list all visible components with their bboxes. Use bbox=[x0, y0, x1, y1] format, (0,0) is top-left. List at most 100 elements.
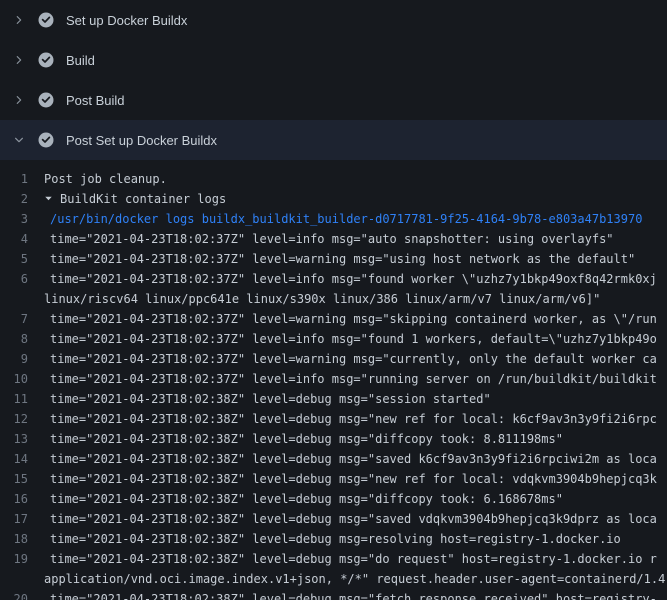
log-line: 2 BuildKit container logs bbox=[0, 189, 667, 209]
log-line-number[interactable]: 10 bbox=[0, 369, 44, 389]
log-line-text: Post job cleanup. bbox=[44, 169, 667, 189]
log-line-number[interactable]: 19 bbox=[0, 549, 44, 569]
log-line-text: time="2021-04-23T18:02:37Z" level=warnin… bbox=[44, 309, 667, 329]
log-line-text: time="2021-04-23T18:02:37Z" level=info m… bbox=[44, 269, 667, 289]
log-line-number[interactable]: 12 bbox=[0, 409, 44, 429]
log-line: 3/usr/bin/docker logs buildx_buildkit_bu… bbox=[0, 209, 667, 229]
step-section[interactable]: Build bbox=[0, 40, 667, 80]
chevron-down-icon[interactable] bbox=[13, 134, 25, 146]
log-line: 18 time="2021-04-23T18:02:38Z" level=debu… bbox=[0, 529, 667, 549]
log-line-text: time="2021-04-23T18:02:38Z" level=debug … bbox=[44, 589, 667, 600]
log-area: 1Post job cleanup.2 BuildKit container lo… bbox=[0, 160, 667, 600]
log-text: BuildKit container logs bbox=[60, 192, 226, 206]
log-line-continuation: application/vnd.oci.image.index.v1+json,… bbox=[0, 569, 667, 589]
log-line-number[interactable]: 17 bbox=[0, 509, 44, 529]
log-text: time="2021-04-23T18:02:37Z" level=info m… bbox=[50, 332, 657, 346]
log-line-text: BuildKit container logs bbox=[44, 189, 667, 209]
log-text: time="2021-04-23T18:02:38Z" level=debug … bbox=[50, 592, 657, 600]
log-line-text: time="2021-04-23T18:02:37Z" level=warnin… bbox=[44, 249, 667, 269]
log-line-text: time="2021-04-23T18:02:38Z" level=debug … bbox=[44, 549, 667, 569]
log-line-number[interactable]: 15 bbox=[0, 469, 44, 489]
log-line-number[interactable]: 3 bbox=[0, 209, 44, 229]
log-line: 13 time="2021-04-23T18:02:38Z" level=debu… bbox=[0, 429, 667, 449]
log-line-number[interactable]: 2 bbox=[0, 189, 44, 209]
log-line-text: time="2021-04-23T18:02:38Z" level=debug … bbox=[44, 389, 667, 409]
log-text: time="2021-04-23T18:02:37Z" level=info m… bbox=[50, 232, 614, 246]
log-text: time="2021-04-23T18:02:38Z" level=debug … bbox=[50, 552, 657, 566]
check-circle-icon bbox=[38, 52, 54, 68]
log-line: 1Post job cleanup. bbox=[0, 169, 667, 189]
log-line: 9 time="2021-04-23T18:02:37Z" level=warni… bbox=[0, 349, 667, 369]
log-line-number[interactable]: 16 bbox=[0, 489, 44, 509]
log-line: 8 time="2021-04-23T18:02:37Z" level=info … bbox=[0, 329, 667, 349]
log-line-text: application/vnd.oci.image.index.v1+json,… bbox=[44, 569, 667, 589]
step-section[interactable]: Post Build bbox=[0, 80, 667, 120]
log-text: Post job cleanup. bbox=[44, 172, 167, 186]
log-line-number[interactable]: 8 bbox=[0, 329, 44, 349]
log-line-text: time="2021-04-23T18:02:38Z" level=debug … bbox=[44, 529, 667, 549]
log-text: application/vnd.oci.image.index.v1+json,… bbox=[44, 572, 665, 586]
log-line-number[interactable]: 18 bbox=[0, 529, 44, 549]
log-line-number[interactable]: 6 bbox=[0, 269, 44, 289]
log-line: 11 time="2021-04-23T18:02:38Z" level=debu… bbox=[0, 389, 667, 409]
log-line-text: time="2021-04-23T18:02:37Z" level=warnin… bbox=[44, 349, 667, 369]
log-text: time="2021-04-23T18:02:37Z" level=warnin… bbox=[50, 312, 657, 326]
log-line-text: linux/riscv64 linux/ppc641e linux/s390x … bbox=[44, 289, 667, 309]
log-line: 15time="2021-04-23T18:02:38Z" level=debu… bbox=[0, 469, 667, 489]
step-section-label: Build bbox=[66, 53, 95, 68]
log-line-text: time="2021-04-23T18:02:38Z" level=debug … bbox=[44, 509, 667, 529]
log-line-number[interactable]: 4 bbox=[0, 229, 44, 249]
log-text: time="2021-04-23T18:02:38Z" level=debug … bbox=[50, 452, 657, 466]
log-line-number[interactable]: 13 bbox=[0, 429, 44, 449]
log-line-number[interactable]: 9 bbox=[0, 349, 44, 369]
chevron-right-icon[interactable] bbox=[13, 94, 25, 106]
group-toggle-icon[interactable] bbox=[44, 189, 53, 209]
log-line: 7 time="2021-04-23T18:02:37Z" level=warni… bbox=[0, 309, 667, 329]
log-text: linux/riscv64 linux/ppc641e linux/s390x … bbox=[44, 292, 600, 306]
actions-log-viewer: Set up Docker Buildx Build Post Build Post … bbox=[0, 0, 667, 600]
log-line: 14 time="2021-04-23T18:02:38Z" level=debu… bbox=[0, 449, 667, 469]
log-text: time="2021-04-23T18:02:37Z" level=info m… bbox=[50, 272, 657, 286]
check-circle-icon bbox=[38, 92, 54, 108]
step-section[interactable]: Set up Docker Buildx bbox=[0, 0, 667, 40]
step-section[interactable]: Post Set up Docker Buildx bbox=[0, 120, 667, 160]
log-text: time="2021-04-23T18:02:38Z" level=debug … bbox=[50, 392, 491, 406]
log-text: time="2021-04-23T18:02:37Z" level=warnin… bbox=[50, 352, 657, 366]
log-line-number[interactable]: 11 bbox=[0, 389, 44, 409]
log-line-text: time="2021-04-23T18:02:38Z" level=debug … bbox=[44, 449, 667, 469]
log-line-number[interactable]: 7 bbox=[0, 309, 44, 329]
chevron-right-icon[interactable] bbox=[13, 14, 25, 26]
log-line-number[interactable]: 14 bbox=[0, 449, 44, 469]
log-line-text: time="2021-04-23T18:02:38Z" level=debug … bbox=[44, 429, 667, 449]
log-line-text: time="2021-04-23T18:02:38Z" level=debug … bbox=[44, 469, 667, 489]
log-line: 16 time="2021-04-23T18:02:38Z" level=debu… bbox=[0, 489, 667, 509]
log-line-number[interactable]: 1 bbox=[0, 169, 44, 189]
log-line-number[interactable]: 5 bbox=[0, 249, 44, 269]
log-text: time="2021-04-23T18:02:38Z" level=debug … bbox=[50, 412, 657, 426]
log-line: 6 time="2021-04-23T18:02:37Z" level=info … bbox=[0, 269, 667, 289]
chevron-right-icon[interactable] bbox=[13, 54, 25, 66]
check-circle-icon bbox=[38, 12, 54, 28]
log-line: 12 time="2021-04-23T18:02:38Z" level=debu… bbox=[0, 409, 667, 429]
log-line-text: time="2021-04-23T18:02:37Z" level=info m… bbox=[44, 229, 667, 249]
log-line-text: time="2021-04-23T18:02:38Z" level=debug … bbox=[44, 489, 667, 509]
log-text: time="2021-04-23T18:02:37Z" level=warnin… bbox=[50, 252, 635, 266]
step-section-label: Post Set up Docker Buildx bbox=[66, 133, 217, 148]
log-line-number[interactable]: 20 bbox=[0, 589, 44, 600]
log-command-text: /usr/bin/docker logs buildx_buildkit_bui… bbox=[44, 209, 667, 229]
log-line-continuation: linux/riscv64 linux/ppc641e linux/s390x … bbox=[0, 289, 667, 309]
log-text: time="2021-04-23T18:02:38Z" level=debug … bbox=[50, 492, 563, 506]
log-line: 19 time="2021-04-23T18:02:38Z" level=debu… bbox=[0, 549, 667, 569]
log-line: 17 time="2021-04-23T18:02:38Z" level=debu… bbox=[0, 509, 667, 529]
step-section-label: Set up Docker Buildx bbox=[66, 13, 187, 28]
log-text: time="2021-04-23T18:02:38Z" level=debug … bbox=[50, 532, 621, 546]
log-text: time="2021-04-23T18:02:38Z" level=debug … bbox=[50, 512, 657, 526]
log-line-text: time="2021-04-23T18:02:37Z" level=info m… bbox=[44, 369, 667, 389]
log-line: 4 time="2021-04-23T18:02:37Z" level=info … bbox=[0, 229, 667, 249]
log-line: 20 time="2021-04-23T18:02:38Z" level=debu… bbox=[0, 589, 667, 600]
log-text: time="2021-04-23T18:02:38Z" level=debug … bbox=[50, 432, 563, 446]
log-line-text: time="2021-04-23T18:02:37Z" level=info m… bbox=[44, 329, 667, 349]
step-sections: Set up Docker Buildx Build Post Build Post … bbox=[0, 0, 667, 160]
log-line-text: time="2021-04-23T18:02:38Z" level=debug … bbox=[44, 409, 667, 429]
step-section-label: Post Build bbox=[66, 93, 125, 108]
